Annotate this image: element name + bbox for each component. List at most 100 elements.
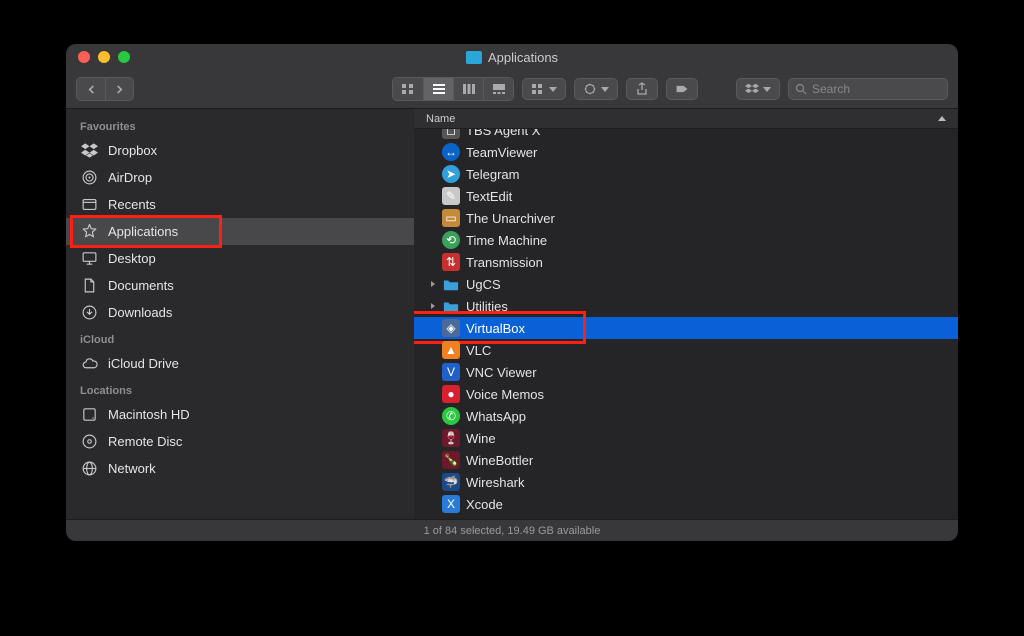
file-row[interactable]: ●Voice Memos bbox=[414, 383, 958, 405]
folder-icon bbox=[442, 297, 460, 315]
close-button[interactable] bbox=[78, 51, 90, 63]
icon-view-button[interactable] bbox=[393, 78, 423, 100]
icloud-icon bbox=[80, 355, 98, 373]
search-icon bbox=[795, 83, 807, 95]
tags-button[interactable] bbox=[666, 78, 698, 100]
file-row[interactable]: 🍷Wine bbox=[414, 427, 958, 449]
titlebar-top: Applications bbox=[66, 44, 958, 71]
file-row[interactable]: ↔ TeamViewer bbox=[414, 141, 958, 163]
search-input[interactable]: Search bbox=[788, 78, 948, 100]
forward-button[interactable] bbox=[105, 78, 133, 100]
sidebar-item-network[interactable]: Network bbox=[66, 455, 414, 482]
file-name: TextEdit bbox=[466, 189, 512, 204]
window-title-label: Applications bbox=[488, 50, 558, 65]
file-row[interactable]: ◻TBS Agent X bbox=[414, 129, 958, 141]
unarchiver-icon: ▭ bbox=[442, 209, 460, 227]
file-name: Time Machine bbox=[466, 233, 547, 248]
teamviewer-icon: ↔ bbox=[442, 143, 460, 161]
file-row[interactable]: UgCS bbox=[414, 273, 958, 295]
file-name: TBS Agent X bbox=[466, 129, 540, 138]
file-row[interactable]: ➤Telegram bbox=[414, 163, 958, 185]
sidebar-item-recents[interactable]: Recents bbox=[66, 191, 414, 218]
sidebar-item-label: AirDrop bbox=[108, 170, 152, 185]
file-name: VLC bbox=[466, 343, 491, 358]
share-button[interactable] bbox=[626, 78, 658, 100]
folder-icon bbox=[466, 51, 482, 64]
gallery-view-button[interactable] bbox=[483, 78, 513, 100]
file-name: Utilities bbox=[466, 299, 508, 314]
timemachine-icon: ⟲ bbox=[442, 231, 460, 249]
dropbox-icon bbox=[80, 142, 98, 160]
column-header[interactable]: Name bbox=[414, 109, 958, 129]
desktop-icon bbox=[80, 250, 98, 268]
file-row[interactable]: XXcode bbox=[414, 493, 958, 515]
file-row[interactable]: ⟲ Time Machine bbox=[414, 229, 958, 251]
downloads-icon bbox=[80, 304, 98, 322]
chevron-down-icon bbox=[601, 87, 609, 92]
back-button[interactable] bbox=[77, 78, 105, 100]
file-row[interactable]: ▭ The Unarchiver bbox=[414, 207, 958, 229]
status-text: 1 of 84 selected, 19.49 GB available bbox=[424, 525, 601, 537]
file-row[interactable]: ✎ TextEdit bbox=[414, 185, 958, 207]
sidebar-section-header: Locations bbox=[66, 377, 414, 401]
arrange-button[interactable] bbox=[522, 78, 566, 100]
chevron-down-icon bbox=[549, 87, 557, 92]
transmission-icon: ⇅ bbox=[442, 253, 460, 271]
dropbox-toolbar-button[interactable] bbox=[736, 78, 780, 100]
sidebar-item-applications[interactable]: Applications bbox=[66, 218, 414, 245]
chevron-down-icon bbox=[763, 87, 771, 92]
disc-icon bbox=[80, 433, 98, 451]
sidebar-item-documents[interactable]: Documents bbox=[66, 272, 414, 299]
folder-icon bbox=[442, 275, 460, 293]
sidebar-item-desktop[interactable]: Desktop bbox=[66, 245, 414, 272]
voicememos-icon: ● bbox=[442, 385, 460, 403]
vnc-icon: V bbox=[442, 363, 460, 381]
zoom-button[interactable] bbox=[118, 51, 130, 63]
file-row[interactable]: 🍾 WineBottler bbox=[414, 449, 958, 471]
action-menu-button[interactable] bbox=[574, 78, 618, 100]
sidebar-item-label: Documents bbox=[108, 278, 174, 293]
network-icon bbox=[80, 460, 98, 478]
wireshark-icon: 🦈 bbox=[442, 473, 460, 491]
file-name: Transmission bbox=[466, 255, 543, 270]
sidebar-item-icloud-drive[interactable]: iCloud Drive bbox=[66, 350, 414, 377]
list-view-button[interactable] bbox=[423, 78, 453, 100]
column-view-button[interactable] bbox=[453, 78, 483, 100]
nav-buttons bbox=[76, 77, 134, 101]
file-row[interactable]: ⇅ Transmission bbox=[414, 251, 958, 273]
sidebar-item-label: iCloud Drive bbox=[108, 356, 179, 371]
file-name: The Unarchiver bbox=[466, 211, 555, 226]
file-row[interactable]: Utilities bbox=[414, 295, 958, 317]
minimize-button[interactable] bbox=[98, 51, 110, 63]
airdrop-icon bbox=[80, 169, 98, 187]
file-name: WineBottler bbox=[466, 453, 533, 468]
sidebar: FavouritesDropbox AirDrop Recents Applicati… bbox=[66, 109, 414, 519]
sidebar-item-label: Remote Disc bbox=[108, 434, 182, 449]
applications-icon bbox=[80, 223, 98, 241]
sidebar-item-dropbox[interactable]: Dropbox bbox=[66, 137, 414, 164]
xcode-icon: X bbox=[442, 495, 460, 513]
file-row[interactable]: ◈VirtualBox bbox=[414, 317, 958, 339]
sidebar-item-downloads[interactable]: Downloads bbox=[66, 299, 414, 326]
winebottler-icon: 🍾 bbox=[442, 451, 460, 469]
file-name: Wireshark bbox=[466, 475, 525, 490]
file-row[interactable]: VVNC Viewer bbox=[414, 361, 958, 383]
hdd-icon bbox=[80, 406, 98, 424]
sidebar-item-label: Recents bbox=[108, 197, 156, 212]
window-title: Applications bbox=[466, 50, 558, 65]
file-name: TeamViewer bbox=[466, 145, 537, 160]
sidebar-item-macintosh-hd[interactable]: Macintosh HD bbox=[66, 401, 414, 428]
disclosure-triangle[interactable] bbox=[426, 280, 440, 288]
sidebar-section-header: Favourites bbox=[66, 113, 414, 137]
file-row[interactable]: 🦈 Wireshark bbox=[414, 471, 958, 493]
file-row[interactable]: ▲VLC bbox=[414, 339, 958, 361]
view-switcher bbox=[392, 77, 514, 101]
sidebar-item-remote-disc[interactable]: Remote Disc bbox=[66, 428, 414, 455]
window-body: FavouritesDropbox AirDrop Recents Applicati… bbox=[66, 109, 958, 519]
disclosure-triangle[interactable] bbox=[426, 302, 440, 310]
statusbar: 1 of 84 selected, 19.49 GB available bbox=[66, 519, 958, 541]
sidebar-item-airdrop[interactable]: AirDrop bbox=[66, 164, 414, 191]
textedit-icon: ✎ bbox=[442, 187, 460, 205]
file-row[interactable]: ✆WhatsApp bbox=[414, 405, 958, 427]
file-name: Telegram bbox=[466, 167, 519, 182]
